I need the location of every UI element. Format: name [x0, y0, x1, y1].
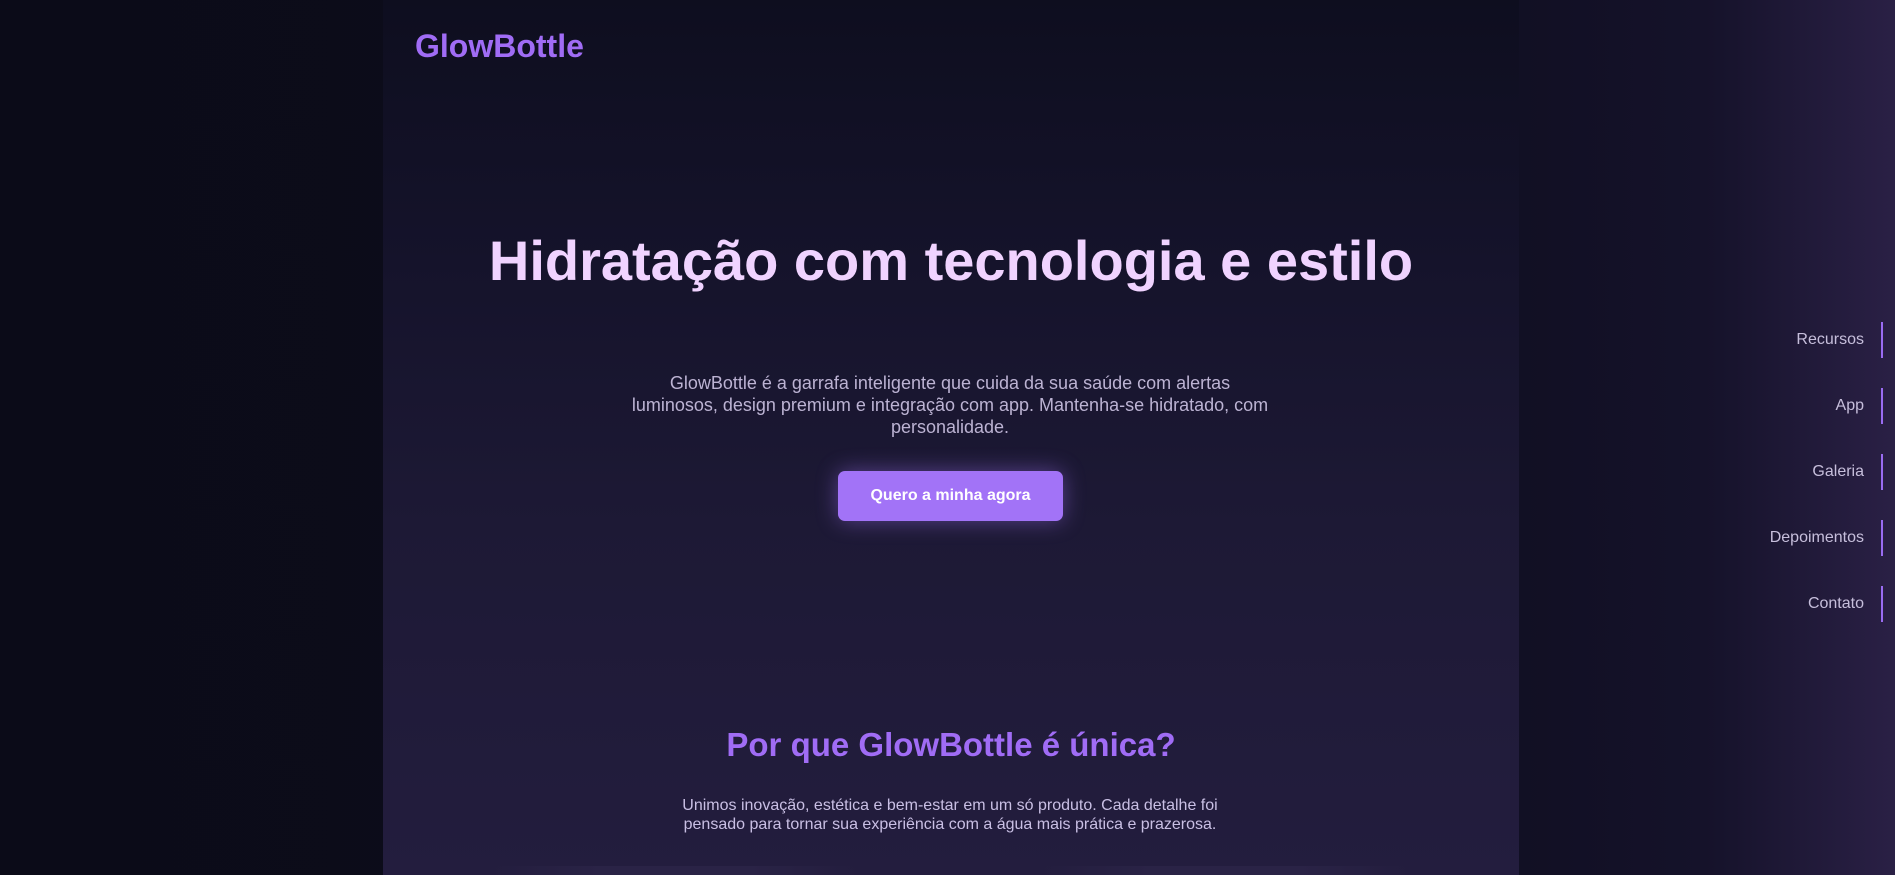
side-nav-label: Galeria [1812, 463, 1864, 480]
side-nav-label: Contato [1807, 595, 1864, 612]
side-nav-item-contato[interactable]: Contato [1703, 586, 1883, 622]
features-title: Por que GlowBottle é única? [726, 726, 1176, 763]
side-nav-item-depoimentos[interactable]: Depoimentos [1703, 520, 1883, 556]
side-nav-indicator [1881, 454, 1883, 490]
side-nav-indicator [1881, 520, 1883, 556]
feature-card [490, 866, 860, 875]
hero-title: Hidratação com tecnologia e estilo [488, 229, 1414, 292]
side-nav-item-recursos[interactable]: Recursos [1703, 322, 1883, 358]
side-nav-label: App [1835, 397, 1864, 414]
side-nav-label: Depoimentos [1769, 529, 1864, 546]
side-nav-item-app[interactable]: App [1703, 388, 1883, 424]
side-nav: Recursos App Galeria Depoimentos Contato [1703, 322, 1883, 652]
cta-button[interactable]: Quero a minha agora [838, 471, 1063, 521]
side-nav-indicator [1881, 586, 1883, 622]
side-nav-indicator [1881, 388, 1883, 424]
feature-card [1040, 866, 1410, 875]
features-subtitle: Unimos inovação, estética e bem-estar em… [682, 797, 1218, 833]
side-nav-item-galeria[interactable]: Galeria [1703, 454, 1883, 490]
logo[interactable]: GlowBottle [415, 28, 584, 65]
hero-subtitle: GlowBottle é a garrafa inteligente que c… [631, 373, 1269, 437]
side-nav-indicator [1881, 322, 1883, 358]
side-nav-label: Recursos [1796, 331, 1864, 348]
